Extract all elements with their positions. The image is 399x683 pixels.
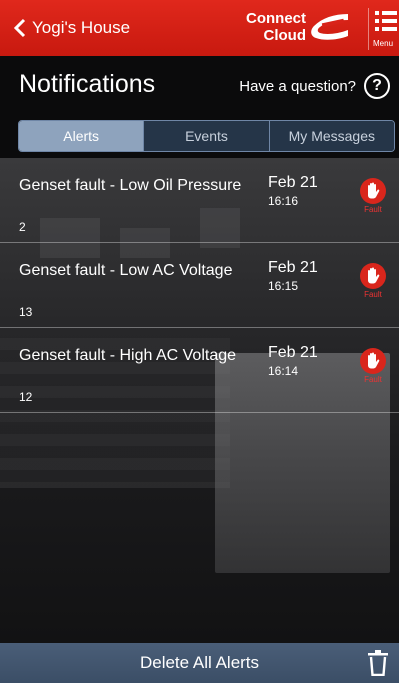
brand-line-1: Connect (246, 10, 306, 27)
cummins-logo-icon (311, 14, 348, 40)
list-item[interactable]: Genset fault - Low AC Voltage 13 Feb 21 … (0, 243, 399, 328)
top-bar: Yogi's House Connect Cloud Menu (0, 0, 399, 56)
hand-stop-icon (368, 182, 380, 199)
fault-badge: Fault (357, 178, 389, 214)
back-button[interactable]: Yogi's House (14, 18, 130, 38)
hand-stop-icon (368, 352, 380, 369)
list-item[interactable]: Genset fault - High AC Voltage 12 Feb 21… (0, 328, 399, 413)
help-link[interactable]: Have a question? ? (239, 73, 390, 99)
alert-list: Genset fault - Low Oil Pressure 2 Feb 21… (0, 158, 399, 413)
alert-date: Feb 21 (268, 344, 318, 361)
menu-button[interactable]: Menu (368, 8, 399, 50)
notification-tabs: Alerts Events My Messages (18, 120, 395, 152)
back-label: Yogi's House (32, 18, 131, 37)
bottom-bar: Delete All Alerts (0, 643, 399, 683)
fault-label: Fault (364, 290, 382, 299)
trash-icon[interactable] (367, 650, 389, 676)
menu-list-icon (375, 11, 397, 31)
menu-label: Menu (373, 39, 394, 48)
brand-line-2: Cloud (263, 27, 307, 44)
alert-title: Genset fault - Low Oil Pressure (19, 177, 242, 194)
alert-date: Feb 21 (268, 174, 318, 191)
list-item[interactable]: Genset fault - Low Oil Pressure 2 Feb 21… (0, 158, 399, 243)
tab-events[interactable]: Events (143, 121, 269, 151)
fault-badge: Fault (357, 263, 389, 299)
delete-all-alerts-button[interactable]: Delete All Alerts (0, 643, 399, 683)
page-title: Notifications (19, 70, 156, 98)
question-icon: ? (364, 73, 390, 99)
alert-time: 16:15 (268, 279, 299, 293)
help-text: Have a question? (239, 77, 356, 95)
page-header: Notifications Have a question? ? Alerts … (0, 56, 399, 158)
alert-count: 12 (19, 390, 33, 404)
alert-count: 13 (19, 305, 33, 319)
fault-badge: Fault (357, 348, 389, 384)
alert-date: Feb 21 (268, 259, 318, 276)
alert-time: 16:16 (268, 194, 299, 208)
chevron-left-icon (14, 18, 26, 38)
connect-cloud-logo: Connect Cloud (240, 6, 350, 50)
fault-label: Fault (364, 375, 382, 384)
alert-title: Genset fault - High AC Voltage (19, 347, 237, 364)
alert-count: 2 (19, 220, 26, 234)
fault-label: Fault (364, 205, 382, 214)
alert-title: Genset fault - Low AC Voltage (19, 262, 233, 279)
alert-time: 16:14 (268, 364, 299, 378)
tab-my-messages[interactable]: My Messages (268, 121, 394, 151)
hand-stop-icon (368, 267, 380, 284)
tab-alerts[interactable]: Alerts (19, 121, 144, 151)
